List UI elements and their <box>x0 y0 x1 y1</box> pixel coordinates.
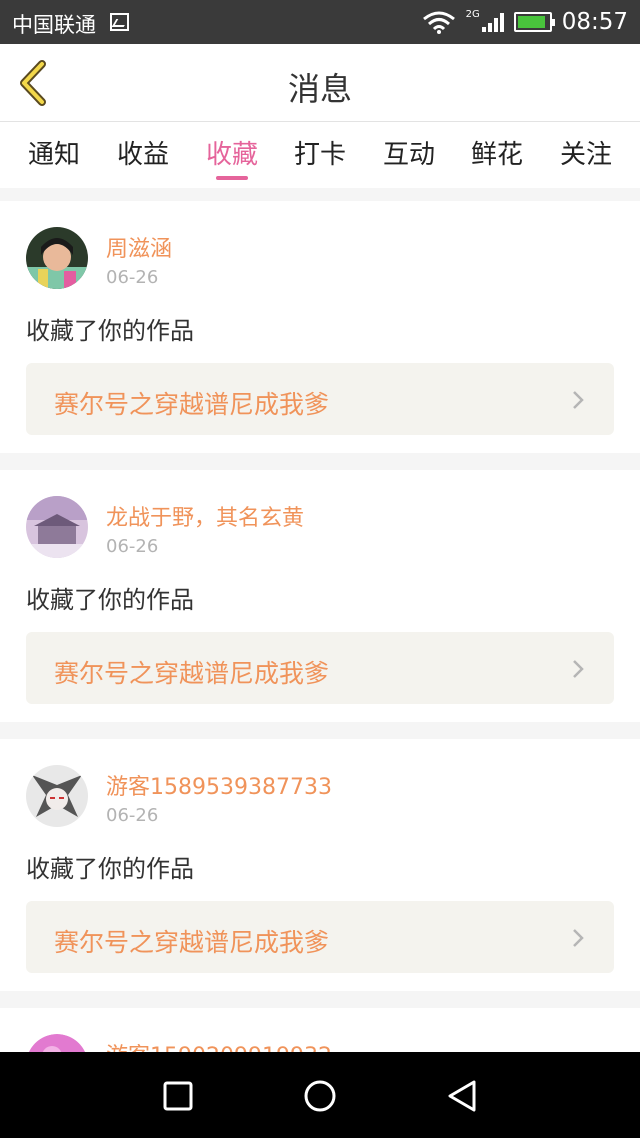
home-icon[interactable] <box>300 1076 340 1116</box>
message-date: 06-26 <box>106 805 159 826</box>
action-text: 收藏了你的作品 <box>26 855 194 883</box>
chevron-right-icon <box>573 391 584 409</box>
battery-icon <box>513 12 555 32</box>
work-link[interactable]: 赛尔号之穿越谱尼成我爹 <box>26 632 614 704</box>
tab-label: 通知 <box>27 140 80 170</box>
user-name[interactable]: 周滋涵 <box>106 231 172 263</box>
carrier-name: 中国联通 <box>12 13 96 37</box>
battery-fill <box>517 16 545 28</box>
clock: 08:57 <box>561 9 628 35</box>
page-title: 消息 <box>287 70 352 108</box>
network-type-label: 2G <box>465 8 480 20</box>
work-link[interactable]: 赛尔号之穿越谱尼成我爹 <box>26 901 614 973</box>
work-link[interactable]: 赛尔号之穿越谱尼成我爹 <box>26 363 614 435</box>
tab-notice[interactable]: 通知 <box>14 134 94 171</box>
wifi-icon <box>422 11 455 34</box>
message-date: 06-26 <box>106 267 159 288</box>
avatar[interactable] <box>26 765 88 827</box>
status-bar: 中国联通 2G 08:57 <box>0 0 640 44</box>
avatar[interactable] <box>26 1034 88 1052</box>
action-text: 收藏了你的作品 <box>26 586 194 614</box>
tab-label: 收藏 <box>205 140 258 170</box>
work-title: 赛尔号之穿越谱尼成我爹 <box>54 659 330 688</box>
image-notification-icon <box>110 13 129 31</box>
user-name[interactable]: 龙战于野，其名玄黄 <box>106 500 304 532</box>
user-name[interactable]: 游客1589539387733 <box>106 769 332 801</box>
back-icon[interactable] <box>442 1076 482 1116</box>
app-header: 消息 <box>0 44 640 122</box>
chevron-right-icon <box>573 660 584 678</box>
tab-label: 互动 <box>382 140 435 170</box>
system-nav-bar <box>0 1052 640 1138</box>
tab-underline <box>216 176 248 180</box>
message-card: 周滋涵 06-26 收藏了你的作品 赛尔号之穿越谱尼成我爹 <box>0 201 640 453</box>
tab-checkin[interactable]: 打卡 <box>280 134 360 171</box>
message-card: 龙战于野，其名玄黄 06-26 收藏了你的作品 赛尔号之穿越谱尼成我爹 <box>0 470 640 722</box>
recent-apps-icon[interactable] <box>158 1076 198 1116</box>
message-card: 游客1589539387733 06-26 收藏了你的作品 赛尔号之穿越谱尼成我… <box>0 739 640 991</box>
work-title: 赛尔号之穿越谱尼成我爹 <box>54 928 330 957</box>
tab-bar: 通知 收益 收藏 打卡 互动 鲜花 关注 <box>0 122 640 188</box>
action-text: 收藏了你的作品 <box>26 317 194 345</box>
signal-icon <box>481 12 504 32</box>
tab-interaction[interactable]: 互动 <box>369 134 449 171</box>
tab-label: 鲜花 <box>470 140 523 170</box>
tab-label: 关注 <box>559 140 612 170</box>
tab-flowers[interactable]: 鲜花 <box>457 134 537 171</box>
tab-label: 收益 <box>116 140 169 170</box>
message-card: 游客1590209919932 <box>0 1008 640 1052</box>
status-icons: 2G 08:57 <box>422 6 628 38</box>
tab-earnings[interactable]: 收益 <box>103 134 183 171</box>
avatar[interactable] <box>26 227 88 289</box>
tab-label: 打卡 <box>293 140 346 170</box>
tab-follow[interactable]: 关注 <box>546 134 626 171</box>
chevron-right-icon <box>573 929 584 947</box>
tab-favorites[interactable]: 收藏 <box>192 134 272 180</box>
work-title: 赛尔号之穿越谱尼成我爹 <box>54 390 330 419</box>
message-date: 06-26 <box>106 536 159 557</box>
user-name[interactable]: 游客1590209919932 <box>106 1038 332 1052</box>
avatar[interactable] <box>26 496 88 558</box>
